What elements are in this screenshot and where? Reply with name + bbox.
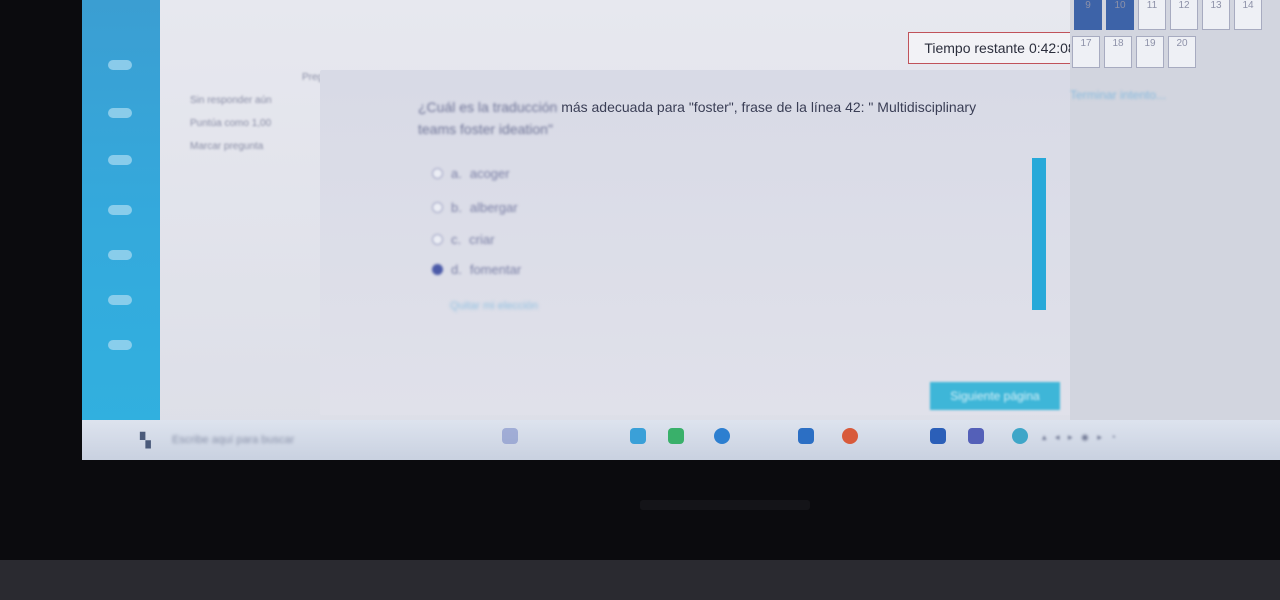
quiz-navigation: 9 10 11 12 13 14 17 18 19 20 Terminar in… [1070,0,1280,430]
answer-option-a[interactable]: a. acoger [432,166,510,181]
answer-text: albergar [469,200,518,215]
home-icon[interactable] [108,108,132,118]
laptop-logo [640,500,810,510]
word-icon[interactable] [930,428,946,444]
calendar-icon[interactable] [108,205,132,215]
answer-letter: b. [451,200,462,215]
answer-letter: c. [451,232,462,247]
flag-question-link[interactable]: Marcar pregunta [190,141,340,152]
clear-choice-link[interactable]: Quitar mi elección [450,300,538,312]
answer-option-c[interactable]: c. criar [432,232,494,247]
question-nav-box[interactable]: 20 [1168,36,1196,68]
laptop-screen: Pregunta Sin responder aún Puntúa como 1… [82,0,1280,460]
edge-icon[interactable] [630,428,646,444]
question-nav-box[interactable]: 10 [1106,0,1134,30]
radio-icon[interactable] [432,202,443,213]
files-icon[interactable] [108,250,132,260]
left-drawer [82,0,160,430]
windows-taskbar: ▚ Escribe aquí para buscar ▴ ◂ ▸ ◉ ▸ ◔ [82,420,1280,460]
answer-text: acoger [469,166,510,181]
menu-icon[interactable] [108,60,132,70]
answer-text: fomentar [469,262,522,277]
taskbar-search[interactable]: Escribe aquí para buscar [172,434,294,446]
system-tray[interactable]: ▴ ◂ ▸ ◉ ▸ ◔ [1042,432,1119,443]
timer-box: Tiempo restante 0:42:08 [908,32,1096,64]
desk-surface [0,560,1280,600]
next-page-button[interactable]: Siguiente página [930,382,1060,410]
answer-option-b[interactable]: b. albergar [432,200,518,215]
radio-checked-icon[interactable] [432,264,443,275]
photos-icon[interactable] [842,428,858,444]
question-status: Sin responder aún [190,95,272,106]
question-nav-box[interactable]: 13 [1202,0,1230,30]
quiz-content: Pregunta Sin responder aún Puntúa como 1… [160,0,1122,430]
question-nav-box[interactable]: 19 [1136,36,1164,68]
chrome-icon[interactable] [668,428,684,444]
radio-icon[interactable] [432,168,443,179]
courses-icon[interactable] [108,295,132,305]
store-icon[interactable] [714,428,730,444]
timer-label: Tiempo restante [924,40,1025,56]
answer-letter: a. [451,166,462,181]
question-nav-box[interactable]: 12 [1170,0,1198,30]
radio-icon[interactable] [432,234,443,245]
messages-icon[interactable] [108,340,132,350]
browser-icon[interactable] [1012,428,1028,444]
answer-text: criar [469,232,495,247]
question-prefix: ¿Cuál es la traducción [418,99,558,115]
question-nav-box[interactable]: 9 [1074,0,1102,30]
answer-letter: d. [451,262,462,277]
question-points: Puntúa como 1,00 [190,118,272,129]
question-info: Pregunta Sin responder aún Puntúa como 1… [190,72,343,164]
file-explorer-icon[interactable] [502,428,518,444]
windows-start-icon[interactable]: ▚ [140,432,151,449]
finish-attempt-link[interactable]: Terminar intento... [1070,88,1166,102]
question-nav-box[interactable]: 14 [1234,0,1262,30]
question-nav-box[interactable]: 11 [1138,0,1166,30]
answer-option-d[interactable]: d. fomentar [432,262,521,277]
mail-icon[interactable] [798,428,814,444]
question-text: ¿Cuál es la traducción más adecuada para… [418,96,1078,140]
question-nav-box[interactable]: 17 [1072,36,1100,68]
question-continuation: teams foster ideation" [418,121,553,137]
scrollbar[interactable] [1032,158,1046,310]
question-nav-box[interactable]: 18 [1104,36,1132,68]
timer-value: 0:42:08 [1028,40,1076,56]
question-main: más adecuada para "foster", frase de la … [561,99,977,115]
teams-icon[interactable] [968,428,984,444]
dashboard-icon[interactable] [108,155,132,165]
